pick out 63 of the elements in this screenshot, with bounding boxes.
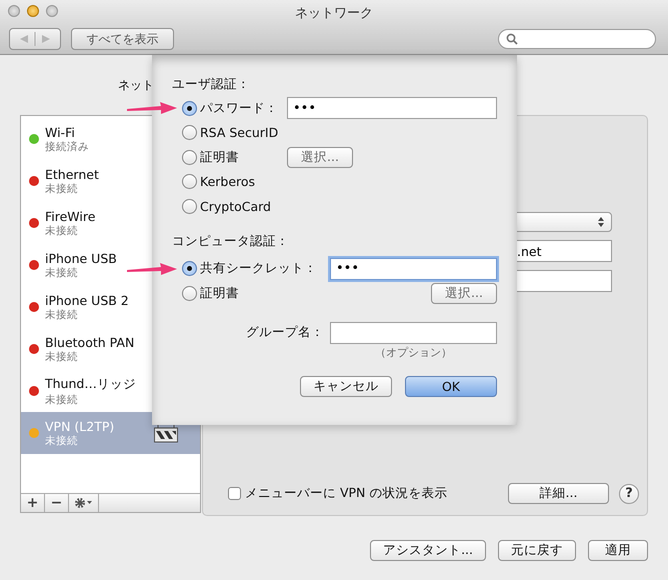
choose-button[interactable]: 選択... [287,146,353,168]
section-label: コンピュータ認証： [172,232,290,248]
radio-label: パスワード： [200,100,278,117]
radio-label: 共有シークレット： [200,260,317,278]
radio-button[interactable] [182,150,197,165]
service-name: VPN (L2TP) [45,418,114,434]
service-name: Wi-Fi [45,124,76,140]
stepper-arrows-icon [597,216,605,228]
service-status: 未接続 [45,434,79,448]
group-name-label: グループ名： [246,324,324,341]
service-name: iPhone USB [45,250,117,266]
service-status: 未接続 [45,350,79,364]
close-button[interactable] [8,5,20,17]
service-name: iPhone USB 2 [45,292,129,308]
ok-button[interactable]: OK [405,376,497,396]
show-all-button[interactable]: すべてを表示 [71,28,174,50]
radio-button[interactable] [182,125,197,140]
search-field[interactable] [498,29,656,49]
service-name: Thund…リッジ [45,376,136,392]
radio-label: Kerberos [200,174,256,190]
zoom-button[interactable] [46,5,58,17]
footer-button[interactable]: 元に戻す [498,540,576,561]
radio-label: RSA SecurID [200,125,278,140]
service-status: 接続済み [45,140,89,154]
pointer-arrow [127,101,177,115]
optional-hint: （オプション） [374,344,453,360]
remove-button[interactable]: − [45,494,69,512]
add-button[interactable]: + [21,494,45,512]
choose-button[interactable]: 選択... [431,282,497,304]
radio-label: 証明書 [200,148,239,166]
cancel-button[interactable]: キャンセル [300,376,392,396]
section-label: ユーザ認証： [172,76,251,92]
service-name: Ethernet [45,166,99,182]
radio-label: 証明書 [200,284,239,302]
help-button[interactable]: ? [619,484,639,504]
checkbox-label: メニューバーに VPN の状況を表示 [245,485,448,502]
location-label: ネット [118,78,154,92]
radio-button[interactable] [182,100,197,116]
footer-button[interactable]: アシスタント... [370,540,486,561]
secret-field[interactable]: ••• [287,97,497,120]
advanced-button[interactable]: 詳細... [508,483,609,504]
pointer-arrow [127,262,177,276]
radio-button[interactable] [182,174,197,190]
service-name: FireWire [45,208,96,224]
radio-button[interactable] [182,261,197,276]
gear-icon [74,497,94,509]
window-title: ネットワーク [295,5,373,22]
group-name-field[interactable] [330,322,497,344]
service-status: 未接続 [45,224,79,238]
radio-button[interactable] [182,198,197,214]
secret-field[interactable]: ••• [330,258,497,280]
minimize-button[interactable] [27,5,39,17]
service-status: 未接続 [45,266,79,280]
radio-label: CryptoCard [200,198,271,214]
search-icon [506,33,518,45]
radio-button[interactable] [182,286,197,301]
service-status: 未接続 [45,308,79,322]
back-forward-control[interactable] [9,28,61,50]
service-status: 未接続 [45,182,79,196]
checkbox[interactable] [228,487,241,500]
footer-button[interactable]: 適用 [588,540,648,561]
service-status: 未接続 [45,392,79,406]
service-name: Bluetooth PAN [45,334,134,350]
